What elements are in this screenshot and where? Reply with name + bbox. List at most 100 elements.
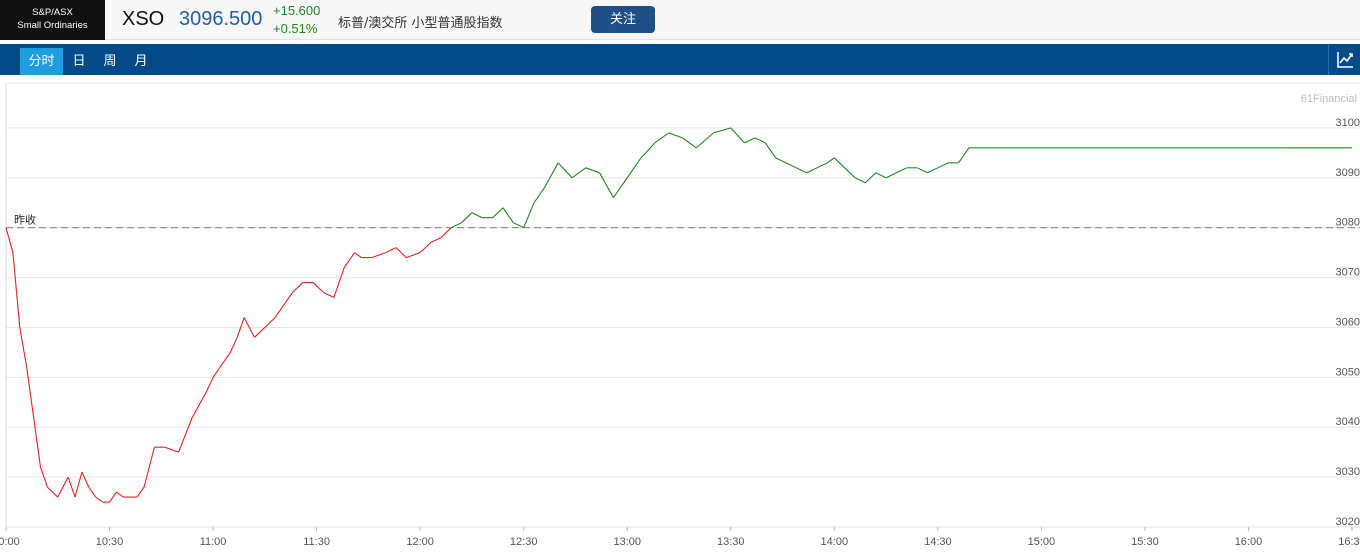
y-tick-label: 3100 (1336, 117, 1360, 129)
x-tick-label: 16:30 (1338, 536, 1360, 548)
price-line-segment (95, 496, 103, 503)
price-line-segment (67, 476, 76, 498)
price-line-segment (640, 142, 656, 159)
price-line-segment (222, 352, 231, 363)
y-axis-ticks: 3020 3030 3040 3050 3060 3070 3080 3090 3100 (1336, 117, 1360, 528)
price-line-segment (785, 162, 797, 169)
x-tick-label: 15:30 (1131, 536, 1159, 548)
price-line-segment (47, 486, 59, 498)
last-price: 3096.500 (179, 8, 263, 30)
price-line-segment (927, 167, 939, 174)
price-line-segment (333, 267, 345, 298)
price-line-segment (775, 157, 787, 164)
x-tick-label: 12:00 (406, 536, 434, 548)
intraday-chart: 61Financial 3020 3030 3040 3050 3060 3070 3080… (0, 82, 1360, 548)
y-tick-label: 3030 (1336, 466, 1360, 478)
price-line-segment (471, 212, 483, 219)
price-line-segment (57, 476, 69, 498)
price-line-segment (12, 252, 21, 328)
price-line-segment (730, 127, 745, 144)
y-tick-label: 3080 (1336, 217, 1360, 229)
price-line-segment (654, 132, 669, 144)
price-line-segment (5, 227, 14, 253)
price-line-segment (682, 137, 697, 149)
price-line-segment (626, 157, 642, 179)
tab-daily[interactable]: 日 (66, 48, 92, 75)
price-line-segment (33, 417, 42, 468)
price-line-segment (875, 172, 887, 179)
price-line-segment (219, 362, 224, 368)
price-line-segment (461, 212, 473, 224)
index-full-name: 标普/澳交所 小型普通股指数 (338, 16, 503, 31)
y-tick-label: 3020 (1336, 516, 1360, 528)
price-line-segment (19, 327, 28, 368)
price-line (5, 127, 1352, 503)
y-tick-label: 3040 (1336, 416, 1360, 428)
x-tick-label: 10:00 (0, 536, 20, 548)
x-tick-label: 13:00 (613, 536, 641, 548)
price-line-segment (26, 367, 35, 418)
change-value: +15.600 (273, 3, 321, 18)
price-line-segment (312, 282, 324, 293)
x-tick-label: 16:00 (1235, 536, 1263, 548)
price-line-segment (274, 307, 283, 318)
follow-button[interactable]: 关注 (591, 6, 655, 33)
price-line-segment (343, 252, 356, 268)
price-line-segment (854, 177, 866, 184)
price-line-segment (916, 167, 928, 174)
price-line-segment (885, 172, 897, 179)
price-line-segment (406, 252, 421, 259)
price-line-segment (323, 292, 335, 299)
price-line-segment (523, 202, 535, 228)
price-line-segment (74, 471, 83, 498)
price-line-segment (557, 162, 573, 179)
tab-intraday[interactable]: 分时 (20, 48, 63, 75)
price-line-segment (502, 207, 514, 223)
price-line-segment (668, 132, 683, 139)
price-line-segment (419, 242, 431, 254)
price-line-segment (492, 207, 504, 219)
x-tick-label: 14:00 (821, 536, 849, 548)
price-line-segment (178, 417, 193, 453)
price-line-segment (513, 222, 524, 229)
y-tick-label: 3070 (1336, 267, 1360, 279)
price-line-segment (744, 137, 756, 144)
watermark-text: 61Financial (1301, 93, 1357, 105)
price-line-segment (585, 167, 600, 174)
price-line-segment (833, 157, 846, 169)
x-tick-label: 10:30 (96, 536, 124, 548)
price-line-segment (827, 157, 835, 164)
y-tick-label: 3050 (1336, 366, 1360, 378)
price-line-segment (844, 167, 856, 179)
price-line-segment (292, 282, 304, 293)
index-name-line2: Small Ordinaries (17, 20, 88, 31)
price-line-segment (109, 491, 117, 503)
price-line-segment (164, 446, 179, 453)
price-line-segment (116, 491, 124, 498)
chart-type-toggle[interactable] (1328, 44, 1360, 75)
price-line-segment (371, 252, 386, 259)
tab-monthly[interactable]: 月 (128, 48, 154, 75)
price-line-segment (958, 147, 970, 164)
x-tick-label: 11:30 (303, 536, 330, 548)
price-line-segment (796, 167, 807, 174)
price-line-segment (937, 162, 949, 169)
chart-toolbar: 分时 日 周 月 (0, 44, 1360, 75)
price-line-segment (612, 177, 628, 199)
tab-weekly[interactable]: 周 (96, 48, 124, 75)
price-line-segment (450, 222, 462, 229)
line-chart-icon (1337, 52, 1353, 68)
price-line-segment (385, 247, 397, 254)
x-axis-ticks: 10:00 10:30 11:00 11:30 12:00 12:30 13:00 13:30… (0, 527, 1360, 548)
price-line-segment (88, 486, 97, 498)
price-line-segment (754, 137, 766, 144)
x-tick-label: 14:30 (924, 536, 952, 548)
price-line-segment (395, 247, 407, 259)
price-line-segment (896, 167, 908, 174)
price-line-segment (599, 172, 614, 199)
prev-close-label: 昨收 (14, 213, 36, 227)
price-line-segment (440, 227, 452, 239)
price-change: +15.600 +0.51% (273, 2, 320, 38)
x-tick-label: 12:30 (510, 536, 538, 548)
price-line-segment (229, 337, 238, 353)
